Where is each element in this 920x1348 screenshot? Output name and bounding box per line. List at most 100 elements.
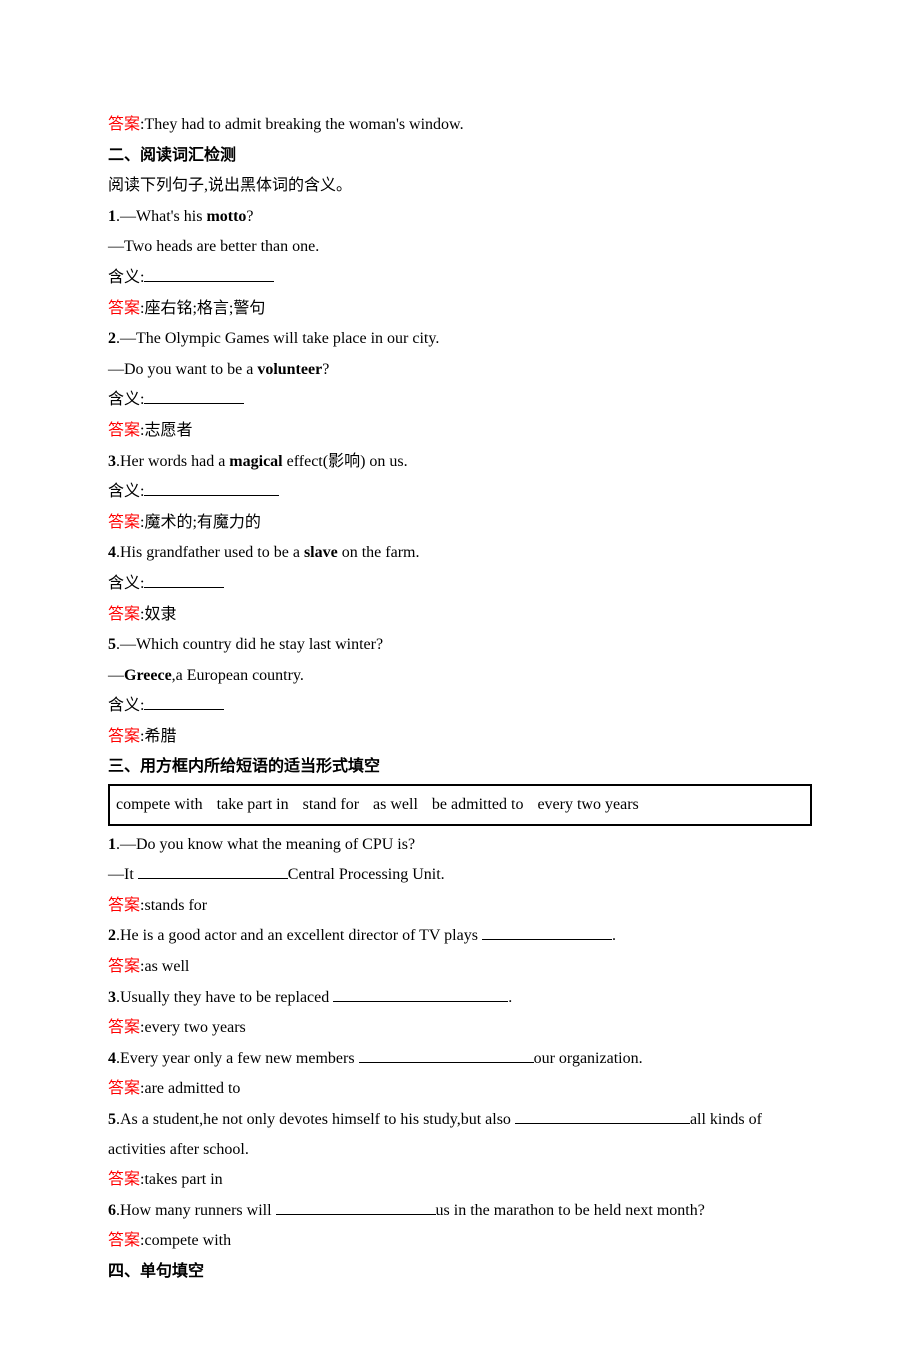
answer-label: 答案 [108,897,140,914]
answer-label: 答案 [108,1232,140,1249]
s2-item3-answer: 答案:魔术的;有魔力的 [108,508,812,538]
q-text: .As a student,he not only devotes himsel… [116,1111,515,1128]
s3-item6-answer: 答案:compete with [108,1226,812,1256]
blank-field[interactable] [144,587,224,588]
s3-item1-q2: —It Central Processing Unit. [108,860,812,890]
phrase: take part in [217,796,289,813]
blank-field[interactable] [276,1214,436,1215]
q2-a: — [108,667,124,684]
q-text: .Usually they have to be replaced [116,989,333,1006]
s2-item3-q1: 3.Her words had a magical effect(影响) on … [108,447,812,477]
answer-text: :They had to admit breaking the woman's … [140,116,464,133]
blank-field[interactable] [144,403,244,404]
answer-text: :compete with [140,1232,231,1249]
section2-heading: 二、阅读词汇检测 [108,141,812,171]
s2-item1-answer: 答案:座右铭;格言;警句 [108,294,812,324]
s2-item3-meaning: 含义: [108,477,812,507]
meaning-label: 含义: [108,483,144,500]
s2-item4-q1: 4.His grandfather used to be a slave on … [108,538,812,568]
q-text: .—Which country did he stay last winter? [116,636,383,653]
s3-item4-q1: 4.Every year only a few new members our … [108,1044,812,1074]
s3-item1-q1: 1.—Do you know what the meaning of CPU i… [108,830,812,860]
answer-label: 答案 [108,1080,140,1097]
item-number: 3 [108,989,116,1006]
meaning-label: 含义: [108,391,144,408]
answer-text: :stands for [140,897,207,914]
q-text: .—What's his [116,208,206,225]
q2-a: —Do you want to be a [108,361,257,378]
q2-a: —It [108,866,138,883]
q-tail: our organization. [534,1050,643,1067]
blank-field[interactable] [144,281,274,282]
q-text: .—Do you know what the meaning of CPU is… [116,836,415,853]
s3-item2-q1: 2.He is a good actor and an excellent di… [108,921,812,951]
item-number: 4 [108,544,116,561]
s2-item4-answer: 答案:奴隶 [108,600,812,630]
item-number: 2 [108,927,116,944]
q2-c: ? [322,361,329,378]
blank-field[interactable] [144,495,279,496]
vocab-word: Greece [124,667,172,684]
q-text: .He is a good actor and an excellent dir… [116,927,482,944]
s3-item3-q1: 3.Usually they have to be replaced . [108,983,812,1013]
blank-field[interactable] [138,878,288,879]
blank-field[interactable] [515,1123,690,1124]
s2-item2-q2: —Do you want to be a volunteer? [108,355,812,385]
phrase: every two years [537,796,638,813]
item-number: 2 [108,330,116,347]
answer-label: 答案 [108,958,140,975]
s2-item2-meaning: 含义: [108,385,812,415]
item-number: 1 [108,208,116,225]
item-number: 1 [108,836,116,853]
answer-label: 答案 [108,514,140,531]
s2-item1-q1: 1.—What's his motto? [108,202,812,232]
q-text: .Every year only a few new members [116,1050,359,1067]
item-number: 5 [108,636,116,653]
meaning-label: 含义: [108,575,144,592]
q-text: .His grandfather used to be a [116,544,304,561]
meaning-label: 含义: [108,697,144,714]
q-text-tail: effect(影响) on us. [283,453,408,470]
answer-text: :as well [140,958,189,975]
answer-text: :奴隶 [140,606,176,623]
blank-field[interactable] [333,1001,508,1002]
q-text-tail: on the farm. [338,544,420,561]
phrase: compete with [116,796,203,813]
item-number: 6 [108,1202,116,1219]
q-tail: us in the marathon to be held next month… [436,1202,705,1219]
phrase: be admitted to [432,796,524,813]
s3-item5-q1: 5.As a student,he not only devotes himse… [108,1105,812,1164]
s2-item5-q1: 5.—Which country did he stay last winter… [108,630,812,660]
s2-item1-q2: —Two heads are better than one. [108,232,812,262]
blank-field[interactable] [359,1062,534,1063]
vocab-word: motto [206,208,246,225]
s3-item4-answer: 答案:are admitted to [108,1074,812,1104]
answer-label: 答案 [108,1019,140,1036]
blank-field[interactable] [144,709,224,710]
q-tail: . [612,927,616,944]
q-text: .Her words had a [116,453,229,470]
answer-label: 答案 [108,728,140,745]
answer-label: 答案 [108,606,140,623]
item-number: 3 [108,453,116,470]
section4-heading: 四、单句填空 [108,1257,812,1287]
blank-field[interactable] [482,939,612,940]
s3-item5-answer: 答案:takes part in [108,1165,812,1195]
q2-b: Central Processing Unit. [288,866,445,883]
s2-item5-answer: 答案:希腊 [108,722,812,752]
s2-item4-meaning: 含义: [108,569,812,599]
s3-item6-q1: 6.How many runners will us in the marath… [108,1196,812,1226]
meaning-label: 含义: [108,269,144,286]
q-text: .—The Olympic Games will take place in o… [116,330,439,347]
answer-text: :志愿者 [140,422,192,439]
answer-label: 答案 [108,116,140,133]
section2-instruction: 阅读下列句子,说出黑体词的含义。 [108,171,812,201]
vocab-word: magical [229,453,282,470]
answer-text: :are admitted to [140,1080,240,1097]
top-answer-line: 答案:They had to admit breaking the woman'… [108,110,812,140]
s2-item5-meaning: 含义: [108,691,812,721]
s2-item2-q1: 2.—The Olympic Games will take place in … [108,324,812,354]
q-text: .How many runners will [116,1202,276,1219]
answer-label: 答案 [108,300,140,317]
item-number: 5 [108,1111,116,1128]
